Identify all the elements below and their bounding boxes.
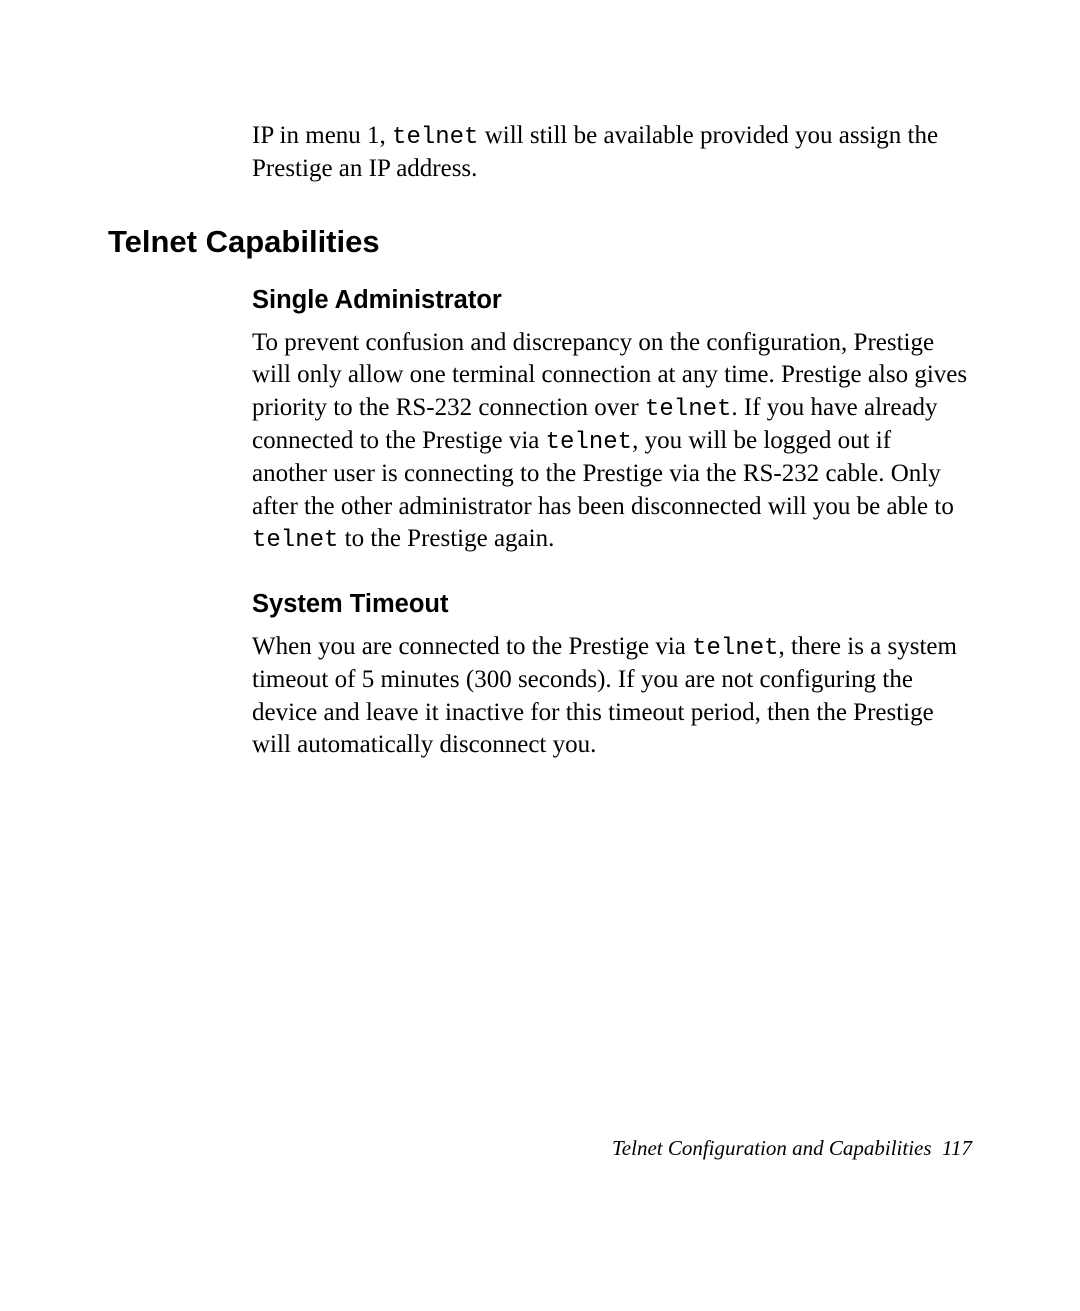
page-footer: Telnet Configuration and Capabilities 11… xyxy=(612,1136,972,1161)
sa-text-4: to the Prestige again. xyxy=(338,525,554,552)
subheading-system-timeout: System Timeout xyxy=(252,590,972,619)
intro-text-pre: IP in menu 1, xyxy=(252,122,392,149)
sa-mono-3: telnet xyxy=(252,527,338,554)
sa-mono-2: telnet xyxy=(546,429,632,456)
section-body: Single Administrator To prevent confusio… xyxy=(252,286,972,762)
section-heading-telnet-capabilities: Telnet Capabilities xyxy=(108,224,972,260)
sa-mono-1: telnet xyxy=(645,396,731,423)
page-content: IP in menu 1, telnet will still be avail… xyxy=(0,0,1080,1311)
intro-mono-telnet: telnet xyxy=(392,124,478,151)
st-mono-1: telnet xyxy=(692,635,778,662)
footer-title: Telnet Configuration and Capabilities xyxy=(612,1136,932,1160)
system-timeout-paragraph: When you are connected to the Prestige v… xyxy=(252,631,972,762)
st-text-1: When you are connected to the Prestige v… xyxy=(252,633,692,660)
single-admin-paragraph: To prevent confusion and discrepancy on … xyxy=(252,327,972,557)
footer-page-number: 117 xyxy=(942,1136,972,1160)
intro-paragraph: IP in menu 1, telnet will still be avail… xyxy=(252,120,972,186)
subheading-single-administrator: Single Administrator xyxy=(252,286,972,315)
